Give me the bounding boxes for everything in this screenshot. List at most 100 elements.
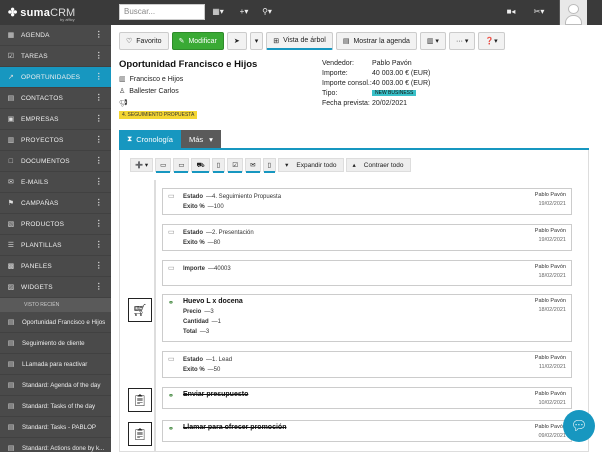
sidebar-item-label: WIDGETS: [21, 283, 53, 291]
more-vertical-icon[interactable]: ⋮: [95, 156, 103, 165]
more-vertical-icon[interactable]: ⋮: [95, 198, 103, 207]
timeline-entry[interactable]: ▭ Estado — 2. Presentación Exito % — 80 Pa…: [162, 224, 572, 251]
recent-item[interactable]: ▤ Standard: Tasks - PABLOP: [0, 417, 111, 438]
more-vertical-icon[interactable]: ⋮: [95, 177, 103, 186]
recent-item[interactable]: ▤ LLamada para reactivar: [0, 354, 111, 375]
user-avatar[interactable]: [559, 0, 587, 25]
timeline-entry[interactable]: ▭ Estado — 4. Seguimiento Propuesta Exito…: [162, 188, 572, 215]
sidebar-item-proyectos[interactable]: ▥ PROYECTOS ⋮: [0, 130, 111, 151]
change-icon: ▭: [168, 356, 175, 363]
sidebar-item-empresas[interactable]: ▣ EMPRESAS ⋮: [0, 109, 111, 130]
video-icon[interactable]: ■◂: [503, 5, 519, 19]
timeline-entry[interactable]: ▭ Estado — 1. Lead Exito % — 50 Pablo Pavó…: [162, 351, 572, 378]
info-row: Importe consol.: 40 003.00 € (EUR): [322, 78, 430, 88]
entry-title: Llamar para ofrecer promoción: [183, 424, 287, 431]
filter-email-icon[interactable]: ✉: [245, 158, 261, 173]
timeline-entry[interactable]: ⚭ Enviar presupuesto Pablo Pavón 10/02/2…: [162, 387, 572, 409]
entry-title: Enviar presupuesto: [183, 391, 249, 398]
more-vertical-icon[interactable]: ⋮: [95, 30, 103, 39]
sidebar-item-label: CONTACTOS: [21, 94, 64, 102]
sidebar-item-paneles[interactable]: ▩ PANELES ⋮: [0, 256, 111, 277]
products-icon: ▧: [7, 221, 15, 228]
recent-icon: ▤: [7, 340, 15, 347]
documents-icon: □: [8, 157, 14, 165]
send-dropdown[interactable]: ▾: [249, 32, 264, 50]
send-button[interactable]: ➤: [226, 32, 247, 50]
help-icon: ❓▾: [485, 38, 498, 45]
more-vertical-icon[interactable]: ⋮: [95, 93, 103, 102]
expand-all-button[interactable]: ▾ Expandir todo: [278, 158, 344, 172]
sidebar-item-documentos[interactable]: □ DOCUMENTOS ⋮: [0, 151, 111, 172]
entry-title: Huevo L x docena: [183, 298, 243, 305]
type-badge: NEW BUSINESS: [372, 90, 417, 96]
sidebar-item-productos[interactable]: ▧ PRODUCTOS ⋮: [0, 214, 111, 235]
grid-icon[interactable]: ▦▾: [211, 5, 225, 19]
filter-tasks-icon[interactable]: ☑: [227, 158, 244, 173]
pencil-icon: ✎: [178, 38, 185, 45]
company-link[interactable]: ▥ Francisco e Hijos: [119, 75, 183, 84]
more-vertical-icon[interactable]: ⋮: [95, 219, 103, 228]
field-label: Tipo:: [322, 89, 338, 97]
help-button[interactable]: ❓▾: [478, 32, 505, 50]
modify-button[interactable]: ✎ Modificar: [171, 32, 224, 50]
add-activity-button[interactable]: ➕ ▾: [130, 158, 154, 172]
recent-item[interactable]: ▤ Standard: Actions done by k...: [0, 438, 111, 452]
add-icon[interactable]: +▾: [237, 5, 251, 19]
sidebar-item-campa-as[interactable]: ⚑ CAMPAÑAS ⋮: [0, 193, 111, 214]
tab-timeline[interactable]: ⧗ Cronología: [119, 130, 181, 148]
tree-view-button[interactable]: ⊞ Vista de árbol: [266, 32, 333, 50]
calendar-icon: ▦: [7, 32, 15, 39]
timeline-entry[interactable]: ▭ Importe — 40003 Pablo Pavón 18/02/2021: [162, 260, 572, 286]
collapse-all-button[interactable]: ▴ Contraer todo: [345, 158, 411, 172]
app-logo[interactable]: ✤ suma CRM by afficy: [0, 0, 110, 25]
filter-comments-icon[interactable]: ▭: [173, 158, 190, 173]
recent-item-label: Oportunidad Francisco e Hijos: [22, 318, 106, 326]
charts-button[interactable]: ▥ ▾: [419, 32, 446, 50]
task-clipboard-icon: 📋︎: [128, 422, 152, 446]
sidebar-item-plantillas[interactable]: ☰ PLANTILLAS ⋮: [0, 235, 111, 256]
contact-link[interactable]: ♙ Ballester Carlos: [119, 87, 179, 96]
recent-item[interactable]: ▤ Oportunidad Francisco e Hijos: [0, 312, 111, 333]
more-vertical-icon[interactable]: ⋮: [95, 261, 103, 270]
chat-icon[interactable]: 💬︎: [563, 410, 595, 442]
filter-notes-icon[interactable]: ▭: [155, 158, 172, 173]
sidebar-item-tareas[interactable]: ☑ TAREAS ⋮: [0, 46, 111, 67]
more-vertical-icon[interactable]: ⋮: [95, 72, 103, 81]
recent-icon: ▤: [7, 319, 15, 326]
entry-author: Pablo Pavón: [534, 298, 566, 304]
search-icon[interactable]: ⚲▾: [259, 5, 275, 19]
filter-clipboard-icon[interactable]: ▯: [262, 158, 277, 173]
recent-item-label: Standard: Tasks of the day: [22, 402, 96, 410]
more-vertical-icon[interactable]: ⋮: [95, 240, 103, 249]
sidebar-item-e-mails[interactable]: ✉ E-MAILS ⋮: [0, 172, 111, 193]
recent-icon: ▤: [7, 382, 15, 389]
timeline-entry[interactable]: ⚭ Huevo L x docena Precio — 3 Cantidad — 1…: [162, 294, 572, 342]
sidebar-item-oportunidades[interactable]: ↗ OPORTUNIDADES ⋮: [0, 67, 111, 88]
field-label: Fecha prevista:: [322, 99, 370, 107]
filter-cart-icon[interactable]: ⛟: [191, 158, 210, 173]
tab-more[interactable]: Más ▾: [180, 130, 221, 148]
recent-item-label: Standard: Actions done by k...: [22, 444, 105, 452]
sidebar-item-widgets[interactable]: ▨ WIDGETS ⋮: [0, 277, 111, 298]
more-vertical-icon[interactable]: ⋮: [95, 114, 103, 123]
more-vertical-icon[interactable]: ⋮: [95, 51, 103, 60]
recent-icon: ▤: [7, 403, 15, 410]
timeline-entry[interactable]: ⚭ Llamar para ofrecer promoción Pablo Pa…: [162, 420, 572, 442]
campaigns-icon: ⚑: [7, 200, 15, 207]
sidebar-item-label: OPORTUNIDADES: [21, 73, 81, 81]
search-input[interactable]: Buscar...: [119, 4, 205, 20]
recent-item[interactable]: ▤ Seguimiento de cliente: [0, 333, 111, 354]
entry-author: Pablo Pavón: [534, 391, 566, 397]
sidebar-item-agenda[interactable]: ▦ AGENDA ⋮: [0, 25, 111, 46]
filter-documents-icon[interactable]: ▯: [211, 158, 226, 173]
sidebar-item-contactos[interactable]: ▤ CONTACTOS ⋮: [0, 88, 111, 109]
show-agenda-button[interactable]: ▤ Mostrar la agenda: [335, 32, 417, 50]
more-vertical-icon[interactable]: ⋮: [95, 282, 103, 291]
more-vertical-icon[interactable]: ⋮: [95, 135, 103, 144]
more-actions-button[interactable]: ··· ▾: [448, 32, 476, 50]
recent-item-label: Standard: Tasks - PABLOP: [22, 423, 97, 431]
favorite-button[interactable]: ♡ Favorito: [119, 32, 169, 50]
recent-item[interactable]: ▤ Standard: Tasks of the day: [0, 396, 111, 417]
recent-item[interactable]: ▤ Standard: Agenda of the day: [0, 375, 111, 396]
tools-icon[interactable]: ✂▾: [531, 5, 547, 19]
